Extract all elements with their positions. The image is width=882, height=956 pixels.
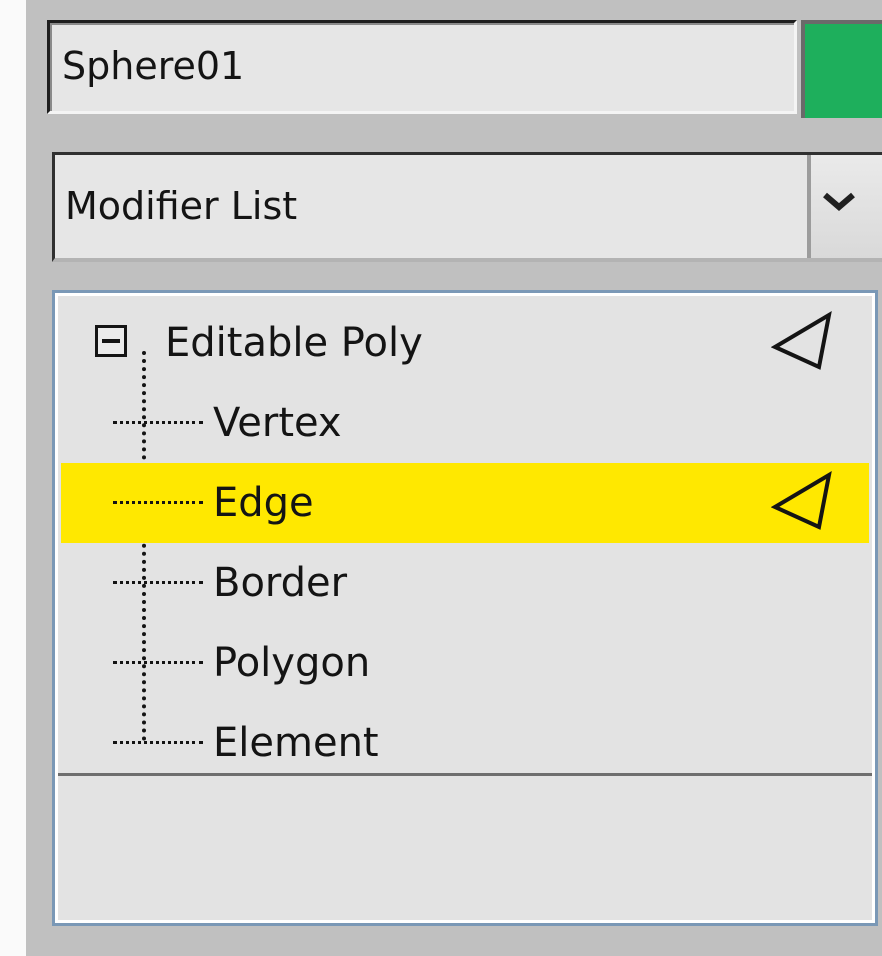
modifier-list-dropdown-button[interactable] xyxy=(807,155,882,258)
minus-box-icon[interactable] xyxy=(95,325,127,357)
stack-item-label: Element xyxy=(213,720,379,766)
stack-item-element[interactable]: Element xyxy=(61,703,869,783)
object-name-field[interactable]: Sphere01 xyxy=(47,20,797,114)
stack-divider xyxy=(58,773,872,776)
tree-connector-horizontal xyxy=(113,581,203,584)
stack-item-vertex[interactable]: Vertex xyxy=(61,383,869,463)
modify-panel: Sphere01 Modifier List Editable Poly Ver… xyxy=(26,0,882,956)
tree-connector-horizontal xyxy=(113,421,203,424)
object-color-swatch[interactable] xyxy=(801,20,882,118)
stack-item-label: Polygon xyxy=(213,640,371,686)
stack-item-label: Editable Poly xyxy=(165,320,423,366)
modifier-list-dropdown[interactable]: Modifier List xyxy=(52,152,882,262)
tree-connector-horizontal xyxy=(113,501,203,504)
stack-item-editable-poly[interactable]: Editable Poly xyxy=(61,303,869,383)
chevron-down-icon xyxy=(823,192,855,211)
stack-item-label: Vertex xyxy=(213,400,342,446)
stack-item-label: Border xyxy=(213,560,348,606)
light-bulb-cone-icon[interactable] xyxy=(771,467,835,533)
stack-item-edge[interactable]: Edge xyxy=(61,463,869,543)
light-bulb-cone-icon[interactable] xyxy=(771,307,835,373)
modifier-list-label: Modifier List xyxy=(65,184,298,228)
modifier-stack[interactable]: Editable Poly Vertex Edge Border Polygon xyxy=(52,290,878,926)
tree-connector-horizontal xyxy=(113,741,203,744)
stack-item-label: Edge xyxy=(213,480,314,526)
tree-connector-horizontal xyxy=(113,661,203,664)
stack-item-border[interactable]: Border xyxy=(61,543,869,623)
stack-item-polygon[interactable]: Polygon xyxy=(61,623,869,703)
